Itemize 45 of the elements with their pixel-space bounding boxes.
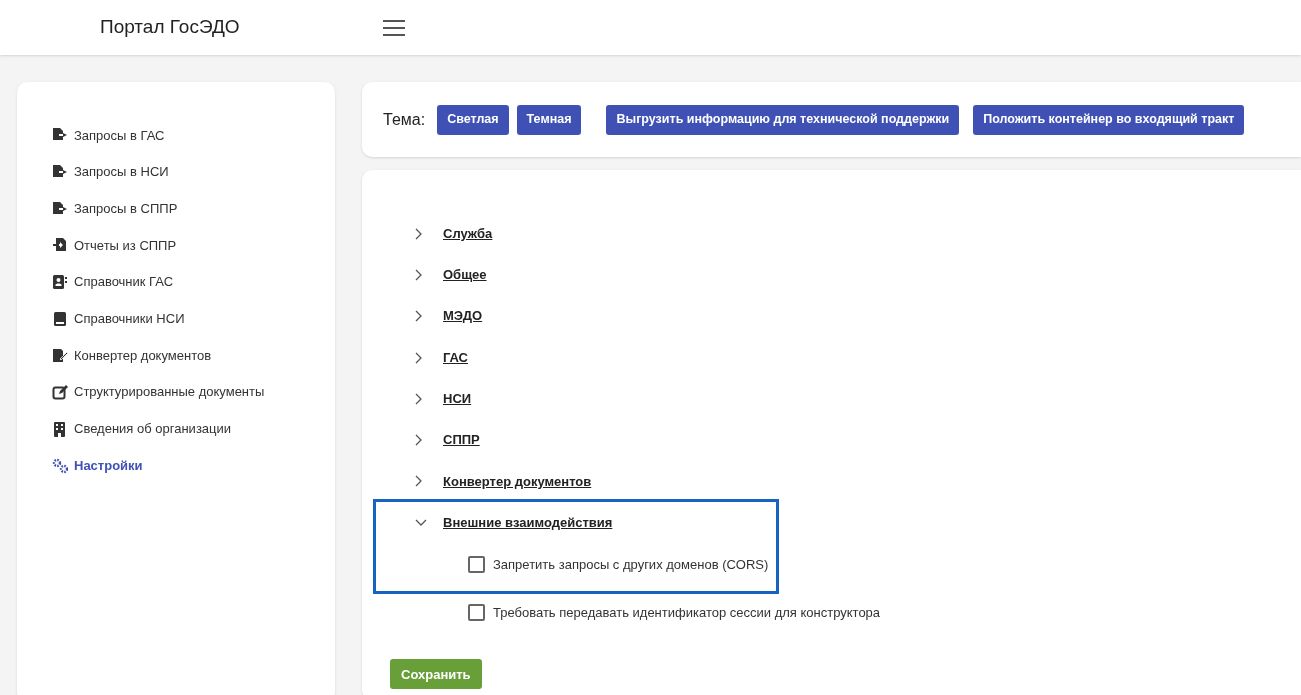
sidebar-item[interactable]: Конвертер документов [52, 337, 335, 374]
checkbox-option[interactable]: Требовать передавать идентификатор сессии для конструктора [390, 591, 1301, 634]
chevron-right-icon [415, 475, 423, 488]
sidebar-item[interactable]: Запросы в НСИ [52, 153, 335, 191]
section-header[interactable]: МЭДО [390, 295, 1301, 337]
sidebar-item[interactable]: Сведения об организации [52, 410, 335, 448]
edit-icon [52, 384, 68, 401]
document-pen-icon [52, 347, 68, 364]
menu-icon[interactable] [383, 19, 405, 36]
chevron-right-icon [415, 351, 423, 364]
section-header[interactable]: СППР [390, 419, 1301, 461]
sidebar-item[interactable]: Отчеты из СППР [52, 227, 335, 264]
section-header[interactable]: НСИ [390, 378, 1301, 420]
sidebar-item[interactable]: Запросы в ГАС [52, 117, 335, 154]
sidebar-item[interactable]: Запросы в СППР [52, 190, 335, 228]
theme-button[interactable]: Темная [516, 104, 582, 135]
checkbox[interactable] [468, 603, 485, 621]
theme-button[interactable]: Светлая [437, 104, 509, 135]
theme-label: Тема: [383, 109, 426, 130]
section-header[interactable]: Общее [390, 254, 1301, 296]
file-import-icon [52, 237, 68, 254]
checkbox[interactable] [468, 555, 485, 573]
chevron-right-icon [415, 434, 423, 447]
gears-icon [52, 457, 68, 474]
action-button[interactable]: Выгрузить информацию для технической поддержки [606, 104, 960, 135]
chevron-right-icon [415, 310, 423, 323]
sidebar-item[interactable]: Настройки [52, 447, 335, 484]
sidebar-item[interactable]: Справочники НСИ [52, 300, 335, 338]
chevron-down-icon [415, 518, 427, 527]
sidebar-item[interactable]: Структурированные документы [52, 373, 335, 411]
book-icon [52, 310, 68, 327]
section-header[interactable]: Служба [390, 213, 1301, 255]
building-icon [52, 420, 68, 437]
section-header[interactable]: Внешние взаимодействия [390, 502, 776, 544]
file-export-icon [52, 200, 68, 217]
address-book-icon [52, 274, 68, 291]
chevron-right-icon [415, 392, 423, 405]
chevron-right-icon [415, 268, 423, 281]
section-header[interactable]: ГАС [390, 336, 1301, 379]
app-title: Портал ГосЭДО [100, 15, 241, 40]
checkbox-option[interactable]: Запретить запросы с других доменов (CORS) [390, 543, 776, 586]
section-header[interactable]: Конвертер документов [390, 460, 1301, 503]
action-button[interactable]: Положить контейнер во входящий тракт [973, 104, 1245, 135]
sidebar-item[interactable]: Справочник ГАС [52, 263, 335, 301]
chevron-right-icon [415, 227, 423, 240]
